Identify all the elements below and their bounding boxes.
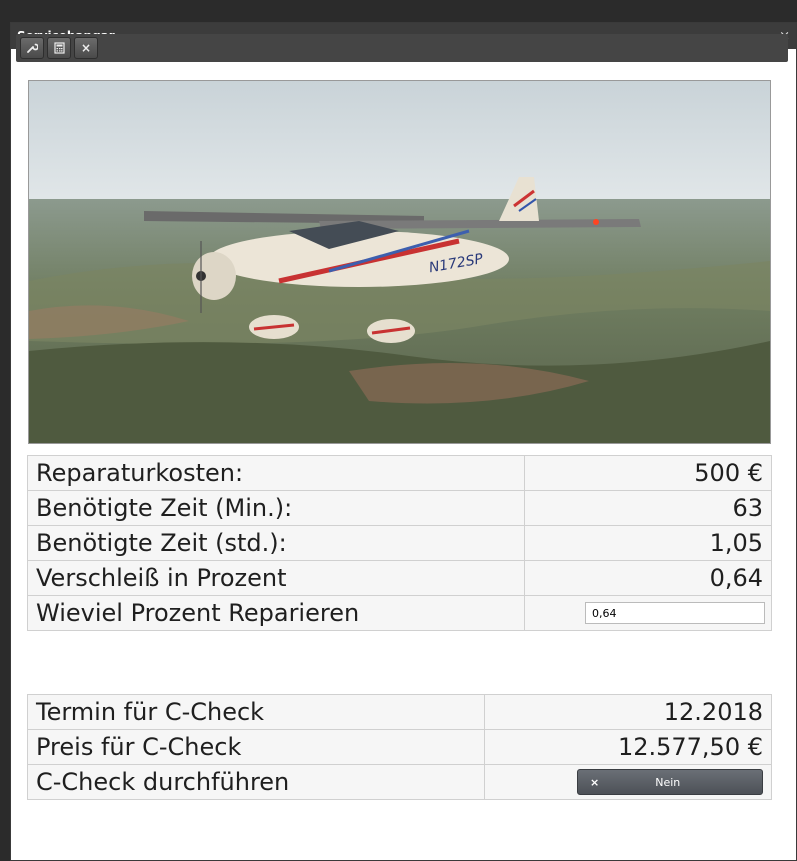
- time-hours-value: 1,05: [524, 525, 772, 561]
- table-row: Reparaturkosten: 500 €: [27, 455, 772, 491]
- toggle-label: Nein: [655, 775, 681, 789]
- repair-table: Reparaturkosten: 500 € Benötigte Zeit (M…: [27, 455, 772, 631]
- table-row: Wieviel Prozent Reparieren: [27, 595, 772, 631]
- time-min-label: Benötigte Zeit (Min.):: [27, 490, 525, 526]
- ccheck-table: Termin für C-Check 12.2018 Preis für C-C…: [27, 694, 772, 800]
- wrench-icon: [27, 43, 38, 53]
- ccheck-date-label: Termin für C-Check: [27, 694, 485, 730]
- ccheck-price-label: Preis für C-Check: [27, 729, 485, 765]
- close-icon: ×: [590, 775, 600, 789]
- calculator-icon: [53, 42, 65, 54]
- calculator-button[interactable]: [47, 37, 71, 59]
- ccheck-price-value: 12.577,50 €: [484, 729, 772, 765]
- close-icon: ×: [80, 41, 92, 55]
- aircraft-photo: N172SP: [28, 80, 771, 444]
- repair-percent-label: Wieviel Prozent Reparieren: [27, 595, 525, 631]
- time-min-value: 63: [524, 490, 772, 526]
- wear-percent-label: Verschleiß in Prozent: [27, 560, 525, 596]
- repair-cost-label: Reparaturkosten:: [27, 455, 525, 491]
- wear-percent-value: 0,64: [524, 560, 772, 596]
- wrench-button[interactable]: [20, 37, 44, 59]
- ccheck-perform-toggle[interactable]: × Nein: [577, 769, 763, 795]
- ccheck-perform-label: C-Check durchführen: [27, 764, 485, 800]
- table-row: Verschleiß in Prozent 0,64: [27, 560, 772, 596]
- table-row: C-Check durchführen × Nein: [27, 764, 772, 800]
- ccheck-date-value: 12.2018: [484, 694, 772, 730]
- repair-percent-input[interactable]: [585, 602, 765, 624]
- repair-cost-value: 500 €: [524, 455, 772, 491]
- table-row: Benötigte Zeit (Min.): 63: [27, 490, 772, 526]
- table-row: Benötigte Zeit (std.): 1,05: [27, 525, 772, 561]
- table-row: Termin für C-Check 12.2018: [27, 694, 772, 730]
- close-toolbar-button[interactable]: ×: [74, 37, 98, 59]
- toolbar: ×: [16, 34, 788, 62]
- table-row: Preis für C-Check 12.577,50 €: [27, 729, 772, 765]
- time-hours-label: Benötigte Zeit (std.):: [27, 525, 525, 561]
